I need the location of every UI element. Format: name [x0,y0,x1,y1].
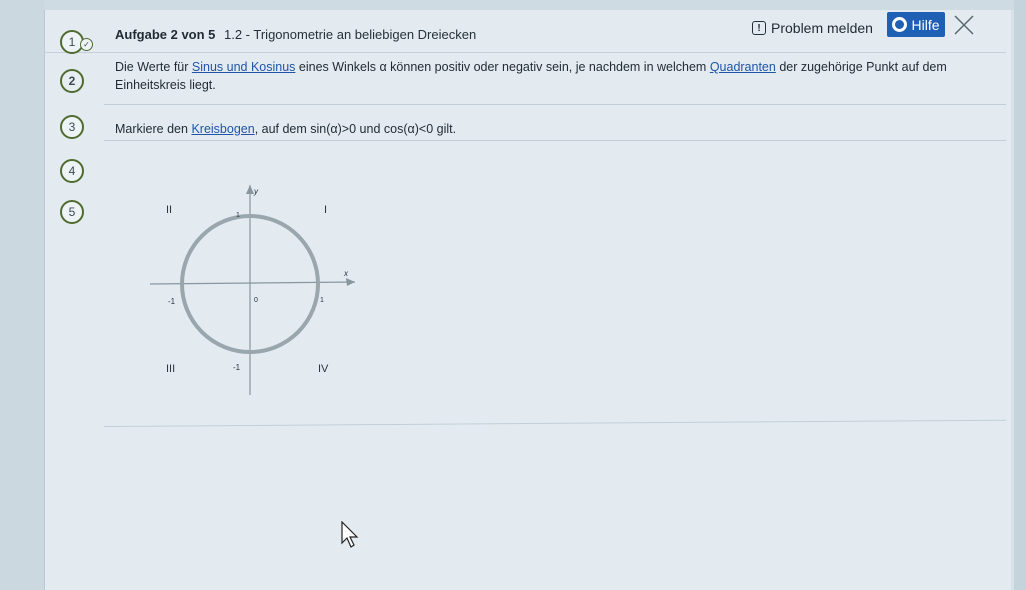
instruction-part: Markiere den [115,122,192,136]
quadrant-2-label: II [166,204,172,216]
step-4[interactable]: 4 [60,159,84,183]
step-number: 4 [68,164,76,178]
step-number: 1 [68,35,76,49]
quadrant-1-label: I [324,204,327,216]
quadrant-link[interactable]: Quadranten [710,60,776,74]
step-number: 2 [68,74,76,88]
report-label: Problem melden [771,20,873,36]
step-2[interactable]: 2 [60,69,84,93]
divider [104,104,1006,105]
y-axis-arrow-icon [246,185,254,194]
step-number: 5 [68,205,76,219]
close-icon[interactable] [952,13,976,37]
sin-expression: sin(α)>0 [310,122,357,136]
x-axis-label: x [343,269,349,278]
tick-origin: 0 [254,297,258,304]
lifebuoy-icon [892,17,908,32]
step-3[interactable]: 3 [60,115,84,139]
intro-part: der zugehörige Punkt auf dem [775,60,947,74]
report-problem-button[interactable]: ! Problem melden [752,18,873,38]
arc-link[interactable]: Kreisbogen [191,122,254,136]
tick-y-pos: 1 [236,212,240,219]
intro-part: eines Winkels α können positiv oder nega… [295,60,710,74]
left-sidebar [0,0,44,590]
instruction-text: Markiere den Kreisbogen, auf dem sin(α)>… [115,120,456,138]
cos-expression: cos(α)<0 [383,122,434,136]
step-number: 3 [68,120,76,134]
instruction-part: gilt. [433,122,457,136]
y-axis-label: y [253,187,259,196]
right-edge [1014,0,1026,590]
tick-x-pos: 1 [320,297,324,304]
instruction-part: , auf dem [254,122,311,136]
exclamation-icon: ! [752,21,766,35]
intro-line2: Einheitskreis liegt. [115,78,216,92]
help-label: Hilfe [911,16,940,33]
tick-x-neg: -1 [168,297,176,306]
tick-y-neg: -1 [233,363,241,372]
top-edge [0,0,1026,10]
quadrant-4-label: IV [318,363,329,375]
intro-part: Die Werte für [115,60,192,74]
instruction-part: und [356,122,384,136]
check-badge-icon: ✓ [80,38,93,51]
topic-title: 1.2 - Trigonometrie an beliebigen Dreiec… [224,27,477,42]
quadrant-3-label: III [166,363,175,375]
sin-cos-link[interactable]: Sinus und Kosinus [192,60,296,74]
unit-circle-graph[interactable]: II I III IV y x 1 -1 0 1 -1 [150,180,370,400]
mouse-pointer-icon [341,521,359,548]
task-counter: Aufgabe 2 von 5 [115,27,216,42]
x-axis-arrow-icon [346,278,355,286]
help-button[interactable]: Hilfe [887,12,945,37]
step-5[interactable]: 5 [60,200,84,224]
intro-text: Die Werte für Sinus und Kosinus eines Wi… [115,58,995,94]
divider [104,140,1006,141]
